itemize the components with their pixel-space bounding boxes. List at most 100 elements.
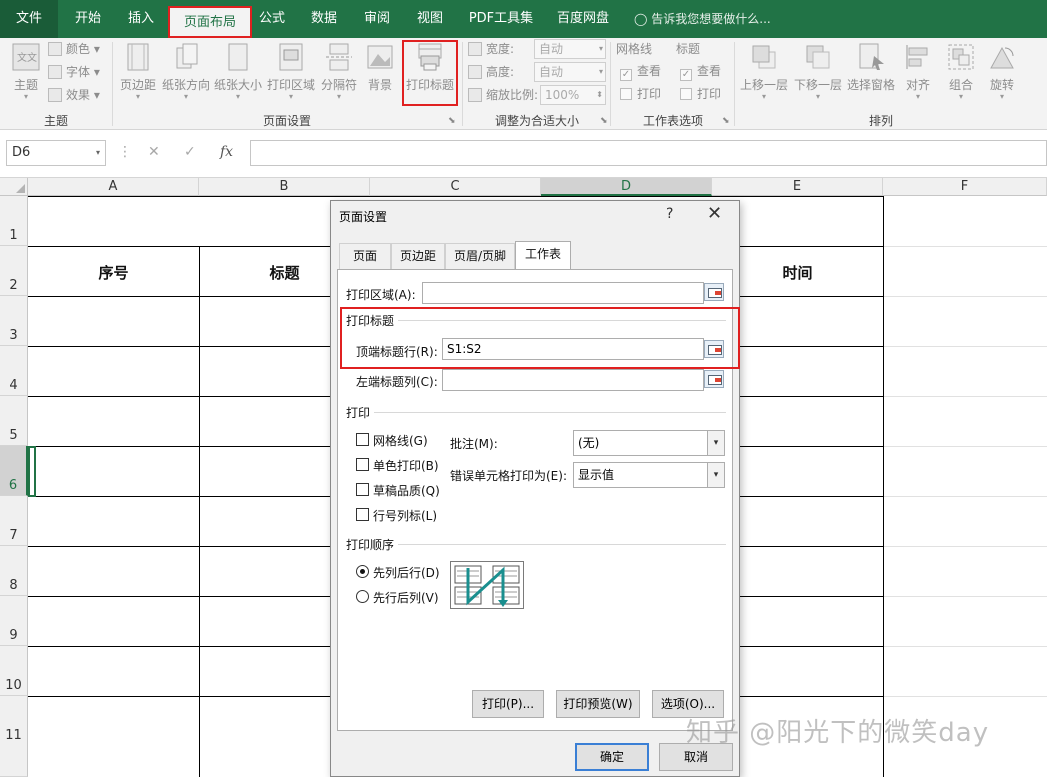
column-header-d[interactable]: D [541, 178, 712, 196]
gridlines-print-checkbox[interactable]: 打印 [620, 85, 661, 103]
row-header-6[interactable]: 6 [0, 446, 28, 496]
row-col-headings-checkbox[interactable] [356, 508, 369, 521]
dialog-launcher-icon[interactable]: ⬊ [448, 116, 456, 126]
send-backward-button[interactable]: 下移一层 ▾ [792, 42, 844, 101]
orientation-button[interactable]: 纸张方向 ▾ [162, 42, 210, 101]
row-header-2[interactable]: 2 [0, 246, 28, 296]
print-area-button[interactable]: 打印区域 ▾ [266, 42, 316, 101]
align-label: 对齐 [905, 78, 930, 92]
tab-pdf-tools[interactable]: PDF工具集 [462, 0, 540, 38]
selection-pane-label: 选择窗格 [846, 78, 895, 92]
effects-icon [48, 88, 62, 102]
scale-spinner[interactable]: 100% ⬍ [540, 85, 606, 105]
tab-margins[interactable]: 页边距 [391, 243, 445, 269]
height-value: 自动 [539, 65, 564, 79]
selection-pane-button[interactable]: 选择窗格 [846, 42, 896, 93]
range-picker-icon[interactable] [704, 370, 724, 388]
column-header-a[interactable]: A [28, 178, 199, 196]
cell-a2[interactable]: 序号 [28, 262, 199, 283]
dialog-launcher-icon[interactable]: ⬊ [600, 116, 608, 126]
group-button[interactable]: 组合 ▾ [944, 42, 978, 101]
tab-sheet[interactable]: 工作表 [515, 241, 571, 270]
fonts-button[interactable]: 字体 ▾ [48, 63, 100, 81]
columns-to-repeat-input[interactable] [442, 369, 704, 391]
name-box[interactable]: D6 ▾ [6, 140, 106, 166]
row-col-headings-label: 行号列标(L) [373, 509, 438, 523]
table-border [199, 246, 200, 777]
dialog-launcher-icon[interactable]: ⬊ [722, 116, 730, 126]
help-icon[interactable]: ? [666, 206, 673, 222]
tab-view[interactable]: 视图 [408, 0, 452, 38]
row-header-5[interactable]: 5 [0, 396, 28, 446]
tab-page-layout[interactable]: 页面布局 [168, 6, 252, 38]
headings-print-checkbox[interactable]: 打印 [680, 85, 721, 103]
select-all-button[interactable] [0, 178, 28, 196]
bring-forward-button[interactable]: 上移一层 ▾ [738, 42, 790, 101]
tab-header-footer[interactable]: 页眉/页脚 [445, 243, 515, 269]
row-header-11[interactable]: 11 [0, 696, 28, 777]
black-and-white-label: 单色打印(B) [373, 459, 439, 473]
gridlines-view-checkbox[interactable]: ✓ 查看 [620, 62, 661, 81]
print-button[interactable]: 打印(P)... [472, 690, 544, 718]
cancel-icon[interactable]: ✕ [148, 144, 160, 160]
colors-button[interactable]: 颜色 ▾ [48, 40, 100, 58]
column-header-b[interactable]: B [199, 178, 370, 196]
row-header-4[interactable]: 4 [0, 346, 28, 396]
over-then-down-radio[interactable] [356, 590, 369, 603]
tab-data[interactable]: 数据 [302, 0, 346, 38]
breaks-icon [324, 42, 354, 72]
width-select[interactable]: 自动 ▾ [534, 39, 606, 59]
row-header-3[interactable]: 3 [0, 296, 28, 346]
insert-function-icon[interactable]: fx [220, 144, 233, 160]
cell-errors-select[interactable]: 显示值 ▾ [573, 462, 725, 488]
breaks-button[interactable]: 分隔符 ▾ [320, 42, 358, 101]
chevron-down-icon: ▾ [915, 92, 920, 101]
height-select[interactable]: 自动 ▾ [534, 62, 606, 82]
row-header-10[interactable]: 10 [0, 646, 28, 696]
headings-view-checkbox[interactable]: ✓ 查看 [680, 62, 721, 81]
print-section-heading: 打印 [346, 406, 371, 420]
tab-insert[interactable]: 插入 [116, 0, 166, 38]
confirm-icon[interactable]: ✓ [184, 144, 196, 160]
gridlines-checkbox[interactable] [356, 433, 369, 446]
column-header-e[interactable]: E [712, 178, 883, 196]
send-backward-label: 下移一层 [793, 78, 842, 92]
print-area-input[interactable] [422, 282, 704, 304]
page-setup-group-label: 页面设置 [262, 114, 311, 128]
row-header-8[interactable]: 8 [0, 546, 28, 596]
ok-button[interactable]: 确定 [575, 743, 649, 771]
row-header-7[interactable]: 7 [0, 496, 28, 546]
column-header-f[interactable]: F [883, 178, 1047, 196]
tell-me-box[interactable]: ◯ 告诉我您想要做什么... [634, 0, 771, 38]
tab-file[interactable]: 文件 [0, 0, 58, 38]
size-button[interactable]: 纸张大小 ▾ [214, 42, 262, 101]
down-then-over-radio[interactable] [356, 565, 369, 578]
black-and-white-checkbox[interactable] [356, 458, 369, 471]
orientation-label: 纸张方向 [162, 78, 211, 92]
tab-home[interactable]: 开始 [62, 0, 114, 38]
checkbox-icon [620, 88, 632, 100]
align-button[interactable]: 对齐 ▾ [902, 42, 934, 101]
range-picker-icon[interactable] [704, 283, 724, 301]
chevron-down-icon: ▾ [707, 431, 724, 455]
rotate-button[interactable]: 旋转 ▾ [986, 42, 1018, 101]
close-icon[interactable]: ✕ [707, 203, 722, 224]
formula-input[interactable] [250, 140, 1047, 166]
draft-quality-checkbox[interactable] [356, 483, 369, 496]
themes-button[interactable]: 文文 主题 ▾ [6, 42, 46, 101]
tab-formulas[interactable]: 公式 [252, 0, 292, 38]
effects-button[interactable]: 效果 ▾ [48, 86, 100, 104]
tab-page[interactable]: 页面 [339, 243, 391, 269]
row-header-9[interactable]: 9 [0, 596, 28, 646]
tab-baidu-netdisk[interactable]: 百度网盘 [548, 0, 618, 38]
orientation-icon [171, 42, 201, 72]
margins-button[interactable]: 页边距 ▾ [118, 42, 158, 101]
background-button[interactable]: 背景 [362, 42, 398, 93]
comments-select[interactable]: (无) ▾ [573, 430, 725, 456]
chevron-down-icon: ▾ [23, 92, 28, 101]
print-preview-button[interactable]: 打印预览(W) [556, 690, 640, 718]
tab-review[interactable]: 审阅 [356, 0, 398, 38]
column-header-c[interactable]: C [370, 178, 541, 196]
row-header-1[interactable]: 1 [0, 196, 28, 246]
selection-pane-icon [856, 42, 886, 72]
